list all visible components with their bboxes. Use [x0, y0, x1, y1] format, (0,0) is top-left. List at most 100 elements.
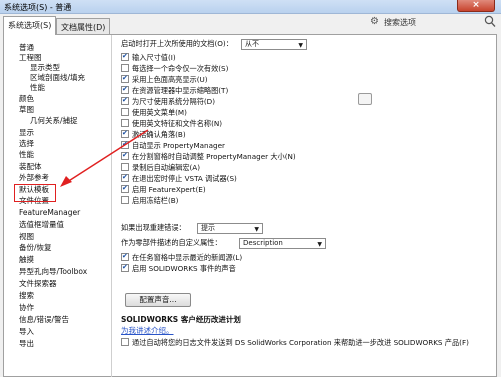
- open-last-doc-select[interactable]: 从不 ▼: [241, 39, 307, 50]
- custom-property-select[interactable]: Description ▼: [239, 238, 326, 249]
- tree-item-assemblies[interactable]: 装配体: [19, 162, 42, 171]
- option-label: 录制后自动编辑宏(A): [132, 163, 201, 172]
- option-label: 在资源管理器中显示缩略图(T): [132, 86, 229, 95]
- option-row[interactable]: 自动显示 PropertyManager: [121, 139, 225, 151]
- option-row[interactable]: 输入尺寸值(I): [121, 51, 176, 63]
- configure-sounds-button[interactable]: 配置声音...: [125, 293, 191, 307]
- recent-news-label: 在任务窗格中显示最近的新闻源(L): [132, 253, 243, 262]
- option-checkbox[interactable]: [121, 128, 129, 138]
- option-label: 使用英文菜单(M): [132, 108, 187, 117]
- open-last-doc-label: 启动时打开上次所使用的文档(O)：: [121, 39, 233, 48]
- option-row[interactable]: 使用英文菜单(M): [121, 108, 187, 118]
- option-checkbox[interactable]: [121, 95, 129, 105]
- option-row[interactable]: 激活确认角落(B): [121, 128, 186, 140]
- options-tree: 普通 工程图 显示类型 区域剖面线/填充 性能 颜色 草图 几何关系/捕捉 显示…: [4, 35, 112, 377]
- tree-item-colors[interactable]: 颜色: [19, 94, 34, 103]
- option-label: 启用冻结栏(B): [132, 196, 179, 205]
- event-sounds-checkbox[interactable]: [121, 262, 129, 272]
- option-checkbox[interactable]: [121, 119, 129, 127]
- tree-item-backup-recover[interactable]: 备份/恢复: [19, 243, 52, 252]
- tab-document-properties[interactable]: 文档属性(D): [56, 18, 111, 34]
- open-last-doc-value: 从不: [245, 40, 259, 48]
- search-options-icon[interactable]: ⚙: [370, 16, 382, 28]
- tree-item-selection[interactable]: 选择: [19, 139, 34, 148]
- option-checkbox[interactable]: [121, 64, 129, 72]
- rebuild-error-value: 提示: [201, 224, 215, 232]
- rebuild-error-label: 如果出现重建错误：: [121, 223, 186, 232]
- option-label: 在分割窗格时自动调整 PropertyManager 大小(N): [132, 152, 296, 161]
- ceip-row[interactable]: 通过自动将您的日志文件发送到 DS SolidWorks Corporation…: [121, 338, 469, 348]
- tree-item-collaboration[interactable]: 协作: [19, 303, 34, 312]
- option-checkbox[interactable]: [121, 150, 129, 160]
- tree-item-drawings[interactable]: 工程图: [19, 53, 42, 62]
- ceip-checkbox[interactable]: [121, 338, 129, 346]
- tree-item-drawing-performance[interactable]: 性能: [30, 83, 45, 92]
- search-icon[interactable]: [484, 15, 496, 28]
- tree-item-featuremanager[interactable]: FeatureManager: [19, 208, 80, 217]
- option-checkbox[interactable]: [121, 172, 129, 182]
- window-title: 系统选项(S) - 普通: [4, 3, 72, 12]
- option-checkbox[interactable]: [121, 183, 129, 193]
- separator-settings-button[interactable]: [358, 93, 372, 105]
- tree-item-view[interactable]: 视图: [19, 232, 34, 241]
- tree-item-performance[interactable]: 性能: [19, 150, 34, 159]
- tree-item-sketch[interactable]: 草图: [19, 105, 34, 114]
- option-row[interactable]: 启用 FeatureXpert(E): [121, 183, 206, 195]
- tree-item-display[interactable]: 显示: [19, 128, 34, 137]
- tree-item-hole-wizard-toolbox[interactable]: 异型孔向导/Toolbox: [19, 267, 87, 276]
- tree-item-touch[interactable]: 触摸: [19, 255, 34, 264]
- tree-item-relations-snaps[interactable]: 几何关系/捕捉: [30, 116, 78, 125]
- tree-item-external-references[interactable]: 外部参考: [19, 173, 49, 182]
- chevron-down-icon: ▼: [298, 42, 303, 49]
- event-sounds-label: 启用 SOLIDWORKS 事件的声音: [132, 264, 236, 273]
- tree-item-export[interactable]: 导出: [19, 339, 34, 348]
- tree-item-area-hatch[interactable]: 区域剖面线/填充: [30, 73, 85, 82]
- tree-item-spin-box-increments[interactable]: 选值框增量值: [19, 220, 64, 229]
- option-row[interactable]: 在退出宏时停止 VSTA 调试器(S): [121, 172, 237, 184]
- close-button[interactable]: ×: [457, 0, 495, 12]
- option-row[interactable]: 在资源管理器中显示缩略图(T): [121, 84, 229, 96]
- option-row[interactable]: 为尺寸使用系统分隔符(D): [121, 95, 216, 107]
- option-label: 每选择一个命令仅一次有效(S): [132, 64, 229, 73]
- option-row[interactable]: 录制后自动编辑宏(A): [121, 163, 200, 173]
- recent-news-row[interactable]: 在任务窗格中显示最近的新闻源(L): [121, 251, 243, 263]
- tree-item-display-style[interactable]: 显示类型: [30, 63, 60, 72]
- option-label: 使用英文特征和文件名称(N): [132, 119, 223, 128]
- search-box[interactable]: ⚙ 搜索选项: [370, 15, 498, 30]
- option-label: 激活确认角落(B): [132, 130, 186, 139]
- option-label: 输入尺寸值(I): [132, 53, 176, 62]
- tree-item-search[interactable]: 搜索: [19, 291, 34, 300]
- search-label: 搜索选项: [384, 18, 416, 27]
- ceip-learn-more-link[interactable]: 为我讲述介绍。: [121, 325, 174, 336]
- option-checkbox[interactable]: [121, 51, 129, 61]
- option-row[interactable]: 在分割窗格时自动调整 PropertyManager 大小(N): [121, 150, 296, 162]
- option-row[interactable]: 启用冻结栏(B): [121, 196, 178, 206]
- general-options: 启动时打开上次所使用的文档(O)： 从不 ▼ 输入尺寸值(I) 每选择一个命令仅一…: [113, 35, 497, 377]
- tree-item-import[interactable]: 导入: [19, 327, 34, 336]
- tree-item-file-explorer[interactable]: 文件探索器: [19, 279, 57, 288]
- ceip-checkbox-label: 通过自动将您的日志文件发送到 DS SolidWorks Corporation…: [132, 338, 469, 347]
- option-checkbox[interactable]: [121, 196, 129, 204]
- options-panel: 普通 工程图 显示类型 区域剖面线/填充 性能 颜色 草图 几何关系/捕捉 显示…: [3, 34, 497, 377]
- rebuild-error-select[interactable]: 提示 ▼: [197, 223, 263, 234]
- tree-item-general[interactable]: 普通: [19, 43, 34, 52]
- option-label: 启用 FeatureXpert(E): [132, 185, 206, 194]
- option-checkbox[interactable]: [121, 108, 129, 116]
- option-row[interactable]: 使用英文特征和文件名称(N): [121, 119, 222, 129]
- option-checkbox[interactable]: [121, 139, 129, 149]
- option-checkbox[interactable]: [121, 73, 129, 83]
- option-label: 自动显示 PropertyManager: [132, 141, 225, 150]
- recent-news-checkbox[interactable]: [121, 251, 129, 261]
- option-row[interactable]: 采用上色面高亮显示(U): [121, 73, 208, 85]
- option-row[interactable]: 每选择一个命令仅一次有效(S): [121, 64, 228, 74]
- tab-system-options[interactable]: 系统选项(S): [3, 16, 57, 35]
- option-label: 为尺寸使用系统分隔符(D): [132, 97, 216, 106]
- option-checkbox[interactable]: [121, 163, 129, 171]
- highlight-box: [14, 184, 56, 202]
- event-sounds-row[interactable]: 启用 SOLIDWORKS 事件的声音: [121, 262, 236, 274]
- custom-property-label: 作为零部件描述的自定义属性：: [121, 238, 222, 247]
- ceip-title: SOLIDWORKS 客户经历改进计划: [121, 315, 241, 324]
- option-checkbox[interactable]: [121, 84, 129, 94]
- tree-item-messages-errors-warnings[interactable]: 信息/错误/警告: [19, 315, 69, 324]
- chevron-down-icon: ▼: [254, 226, 259, 233]
